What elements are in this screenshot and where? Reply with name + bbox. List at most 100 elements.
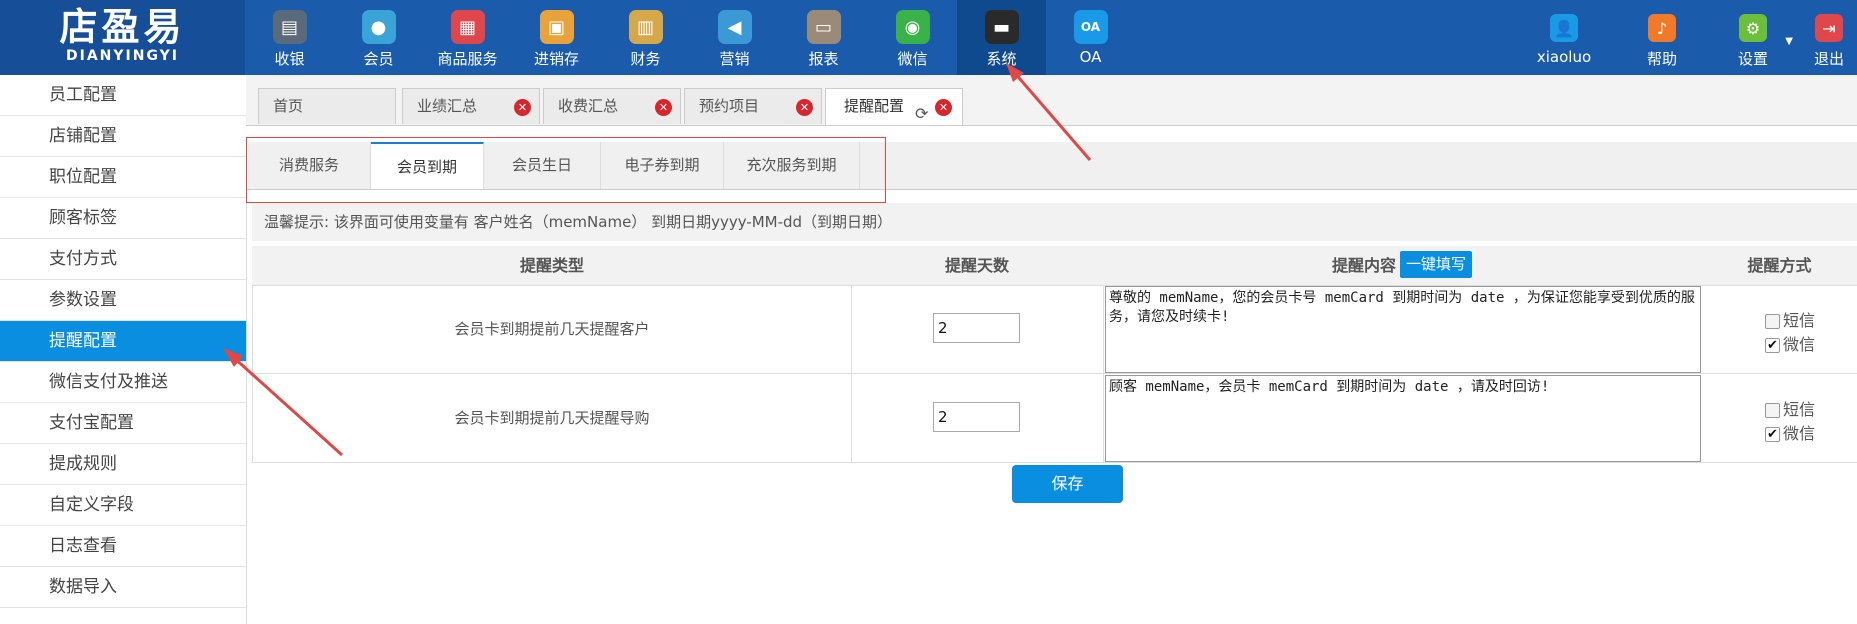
nav-item-system[interactable]: ▬ 系统 xyxy=(957,0,1046,75)
nav-item-logout[interactable]: ⇥ 退出 xyxy=(1801,0,1857,75)
nav-label: xiaoluo xyxy=(1536,48,1592,66)
inventory-icon: ▣ xyxy=(539,10,574,44)
nav-item-goods[interactable]: ▦ 商品服务 xyxy=(423,0,512,75)
nav-item-finance[interactable]: ▥ 财务 xyxy=(601,0,690,75)
nav-label: 报表 xyxy=(808,50,839,68)
chevron-down-icon[interactable]: ▼ xyxy=(1785,36,1793,47)
nav-item-inventory[interactable]: ▣ 进销存 xyxy=(512,0,601,75)
sidebar-item[interactable]: 数据导入 xyxy=(0,567,246,608)
sms-option[interactable]: 短信 xyxy=(1765,396,1815,420)
tab-home[interactable]: 首页 xyxy=(258,88,396,124)
wechat-checkbox[interactable]: ✔ xyxy=(1765,427,1780,442)
nav-label: 设置 xyxy=(1737,50,1768,68)
sms-option[interactable]: 短信 xyxy=(1765,307,1815,331)
save-button[interactable]: 保存 xyxy=(1012,465,1123,503)
system-icon: ▬ xyxy=(984,10,1019,44)
sms-checkbox[interactable] xyxy=(1765,314,1780,329)
sidebar-item[interactable]: 参数设置 xyxy=(0,280,246,321)
wechat-option[interactable]: ✔ 微信 xyxy=(1765,331,1815,355)
sidebar-item[interactable]: 支付宝配置 xyxy=(0,403,246,444)
report-icon: ▭ xyxy=(806,10,841,44)
nav-item-member[interactable]: ● 会员 xyxy=(334,0,423,75)
nav-label: 收银 xyxy=(274,50,305,68)
user-nav: 👤 xiaoluo ♪ 帮助 ⚙ 设置 ▼ ⇥ 退出 xyxy=(1509,0,1857,75)
sidebar-item[interactable]: 顾客标签 xyxy=(0,198,246,239)
days-input[interactable]: 2 xyxy=(933,402,1020,432)
nav-item-marketing[interactable]: ◀ 营销 xyxy=(690,0,779,75)
col-content: 提醒内容 一键填写 xyxy=(1102,246,1702,285)
user-icon: 👤 xyxy=(1550,14,1578,42)
sms-label: 短信 xyxy=(1783,400,1816,419)
tab-fees[interactable]: 收费汇总 ✕ xyxy=(543,88,681,124)
nav-item-report[interactable]: ▭ 报表 xyxy=(779,0,868,75)
nav-label: 进销存 xyxy=(533,50,579,68)
nav-label: 会员 xyxy=(363,50,394,68)
wechat-option[interactable]: ✔ 微信 xyxy=(1765,420,1815,444)
sidebar-item[interactable]: 提醒配置 xyxy=(0,321,246,362)
tab-appointments[interactable]: 预约项目 ✕ xyxy=(684,88,822,124)
days-input[interactable]: 2 xyxy=(933,313,1020,343)
wechat-icon: ◉ xyxy=(895,10,930,44)
nav-label: 财务 xyxy=(630,50,661,68)
help-icon: ♪ xyxy=(1648,14,1676,42)
col-content-label: 提醒内容 xyxy=(1331,256,1396,275)
logo: 店盈易 DIANYINGYI xyxy=(0,0,245,75)
nav-label: OA xyxy=(1079,48,1102,66)
sidebar-item[interactable]: 支付方式 xyxy=(0,239,246,280)
nav-label: 退出 xyxy=(1813,50,1844,68)
row-type: 会员卡到期提前几天提醒导购 xyxy=(253,374,852,462)
close-icon[interactable]: ✕ xyxy=(796,99,813,116)
member-icon: ● xyxy=(361,10,396,44)
nav-item-settings[interactable]: ⚙ 设置 ▼ xyxy=(1705,0,1801,75)
sidebar-item[interactable]: 员工配置 xyxy=(0,75,246,116)
content-textarea[interactable]: 顾客 memName，会员卡 memCard 到期时间为 date ，请及时回访… xyxy=(1105,375,1701,462)
tab-label: 提醒配置 xyxy=(844,97,905,115)
close-icon[interactable]: ✕ xyxy=(935,99,952,116)
close-icon[interactable]: ✕ xyxy=(655,99,672,116)
sidebar-item[interactable]: 日志查看 xyxy=(0,526,246,567)
nav-label: 营销 xyxy=(719,50,750,68)
col-type: 提醒类型 xyxy=(519,256,584,275)
sidebar-item[interactable]: 店铺配置 xyxy=(0,116,246,157)
tab-label: 首页 xyxy=(273,97,304,115)
goods-icon: ▦ xyxy=(450,10,485,44)
marketing-icon: ◀ xyxy=(717,10,752,44)
one-click-fill-button[interactable]: 一键填写 xyxy=(1400,251,1473,278)
wechat-label: 微信 xyxy=(1783,335,1816,354)
col-days: 提醒天数 xyxy=(944,256,1009,275)
tab-performance[interactable]: 业绩汇总 ✕ xyxy=(402,88,540,124)
nav-item-cashier[interactable]: ▤ 收银 xyxy=(245,0,334,75)
nav-item-oa[interactable]: OA OA xyxy=(1046,0,1135,75)
sidebar-item[interactable]: 职位配置 xyxy=(0,157,246,198)
oa-icon: OA xyxy=(1073,10,1108,44)
page-tab-bar: 首页 业绩汇总 ✕ 收费汇总 ✕ 预约项目 ✕ 提醒配置 ⟳ ✕ xyxy=(246,75,1857,126)
col-method: 提醒方式 xyxy=(1747,256,1812,275)
nav-item-user[interactable]: 👤 xiaoluo xyxy=(1509,0,1619,75)
tab-label: 业绩汇总 xyxy=(417,97,478,115)
finance-icon: ▥ xyxy=(628,10,663,44)
nav-label: 帮助 xyxy=(1646,50,1677,68)
sidebar: 员工配置 店铺配置 职位配置 顾客标签 支付方式 参数设置 提醒配置 微信支付及推送 支付宝配置… xyxy=(0,75,247,624)
tab-label: 预约项目 xyxy=(699,97,760,115)
settings-icon: ⚙ xyxy=(1739,14,1767,42)
nav-label: 微信 xyxy=(897,50,928,68)
nav-item-help[interactable]: ♪ 帮助 xyxy=(1619,0,1705,75)
wechat-checkbox[interactable]: ✔ xyxy=(1765,338,1780,353)
sidebar-item[interactable]: 提成规则 xyxy=(0,444,246,485)
close-icon[interactable]: ✕ xyxy=(514,99,531,116)
sms-checkbox[interactable] xyxy=(1765,403,1780,418)
sidebar-item[interactable]: 自定义字段 xyxy=(0,485,246,526)
sidebar-item[interactable]: 微信支付及推送 xyxy=(0,362,246,403)
nav-item-wechat[interactable]: ◉ 微信 xyxy=(868,0,957,75)
logo-chinese: 店盈易 xyxy=(59,4,186,49)
logout-icon: ⇥ xyxy=(1815,14,1843,42)
table-header: 提醒类型 提醒天数 提醒内容 一键填写 提醒方式 xyxy=(252,246,1857,286)
table-row: 会员卡到期提前几天提醒导购 2 顾客 memName，会员卡 memCard 到… xyxy=(252,374,1857,463)
content-textarea[interactable]: 尊敬的 memName，您的会员卡号 memCard 到期时间为 date ，为… xyxy=(1105,286,1701,373)
tab-label: 收费汇总 xyxy=(558,97,619,115)
nav-label: 系统 xyxy=(986,50,1017,68)
main-nav: ▤ 收银 ● 会员 ▦ 商品服务 ▣ 进销存 ▥ 财务 ◀ 营销 ▭ 报表 ◉ 微信 ▬ 系统 OA OA xyxy=(245,0,1135,75)
tab-reminder-config[interactable]: 提醒配置 ⟳ ✕ xyxy=(825,88,963,125)
table-row: 会员卡到期提前几天提醒客户 2 尊敬的 memName，您的会员卡号 memCa… xyxy=(252,285,1857,374)
wechat-label: 微信 xyxy=(1783,424,1816,443)
